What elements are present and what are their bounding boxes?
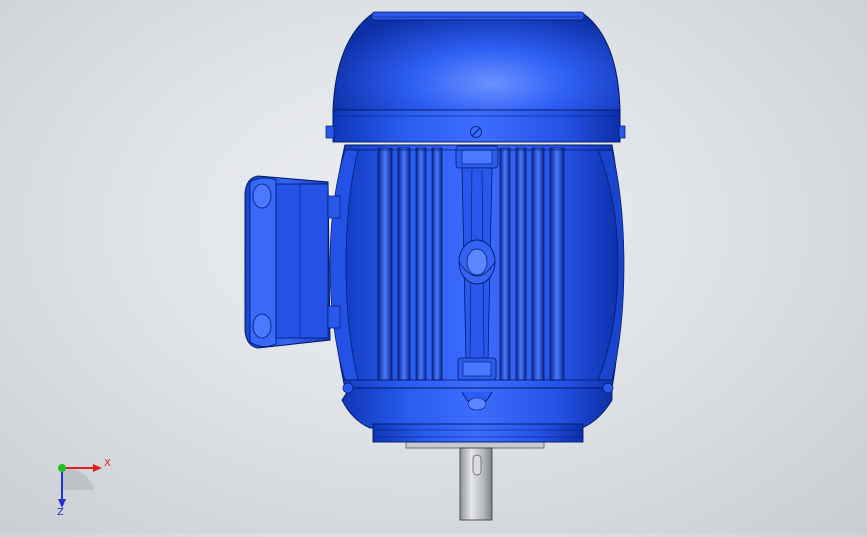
- motor-model[interactable]: [0, 0, 867, 533]
- motor-shaft[interactable]: [405, 439, 545, 521]
- y-axis-dot: [58, 464, 66, 472]
- reference-triad: X Z: [40, 448, 130, 518]
- graphics-viewport[interactable]: X Z: [0, 0, 867, 533]
- triad-shadow: [62, 468, 94, 490]
- terminal-box[interactable]: [244, 175, 341, 349]
- fan-cover[interactable]: [325, 11, 626, 143]
- stator-housing[interactable]: [329, 144, 625, 411]
- z-axis-label: Z: [57, 507, 64, 518]
- x-axis-label: X: [104, 458, 111, 469]
- x-axis-arrowhead: [93, 464, 102, 472]
